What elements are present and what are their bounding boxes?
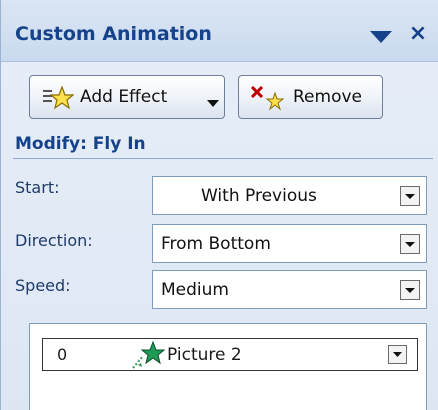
direction-value: From Bottom bbox=[161, 234, 271, 254]
pane-close-button[interactable]: × bbox=[405, 21, 431, 47]
pane-title-bar: Custom Animation × bbox=[1, 0, 438, 62]
add-effect-star-icon bbox=[42, 85, 75, 114]
add-effect-button[interactable]: Add Effect bbox=[29, 75, 225, 119]
start-label: Start: bbox=[15, 178, 60, 197]
direction-select[interactable]: From Bottom bbox=[152, 224, 427, 263]
animation-item-name: Picture 2 bbox=[167, 345, 242, 365]
remove-label: Remove bbox=[293, 87, 362, 107]
speed-value: Medium bbox=[161, 280, 229, 300]
star-motion-icon bbox=[131, 340, 166, 374]
pane-title: Custom Animation bbox=[15, 23, 212, 45]
chevron-down-icon bbox=[370, 31, 392, 43]
chevron-down-icon bbox=[400, 186, 420, 206]
direction-label: Direction: bbox=[15, 231, 93, 250]
modify-heading: Modify: Fly In bbox=[15, 134, 146, 154]
chevron-down-icon bbox=[400, 234, 420, 254]
chevron-down-icon bbox=[400, 280, 420, 300]
speed-label: Speed: bbox=[15, 276, 71, 295]
custom-animation-pane: Custom Animation × Add Effect Remove Mod… bbox=[0, 0, 438, 410]
list-item[interactable]: 0 Picture 2 bbox=[42, 338, 418, 371]
add-effect-label: Add Effect bbox=[80, 87, 168, 107]
remove-effect-icon bbox=[249, 84, 285, 116]
chevron-down-icon bbox=[207, 93, 219, 112]
start-value: With Previous bbox=[201, 186, 317, 206]
remove-button[interactable]: Remove bbox=[238, 75, 383, 119]
pane-options-dropdown[interactable] bbox=[368, 28, 394, 46]
animation-order-number: 0 bbox=[57, 345, 68, 364]
speed-select[interactable]: Medium bbox=[152, 270, 427, 309]
animation-order-list: 0 Picture 2 bbox=[29, 323, 427, 410]
start-select[interactable]: With Previous bbox=[152, 176, 427, 215]
close-icon: × bbox=[408, 21, 428, 46]
section-divider bbox=[13, 158, 433, 159]
chevron-down-icon bbox=[388, 345, 407, 364]
